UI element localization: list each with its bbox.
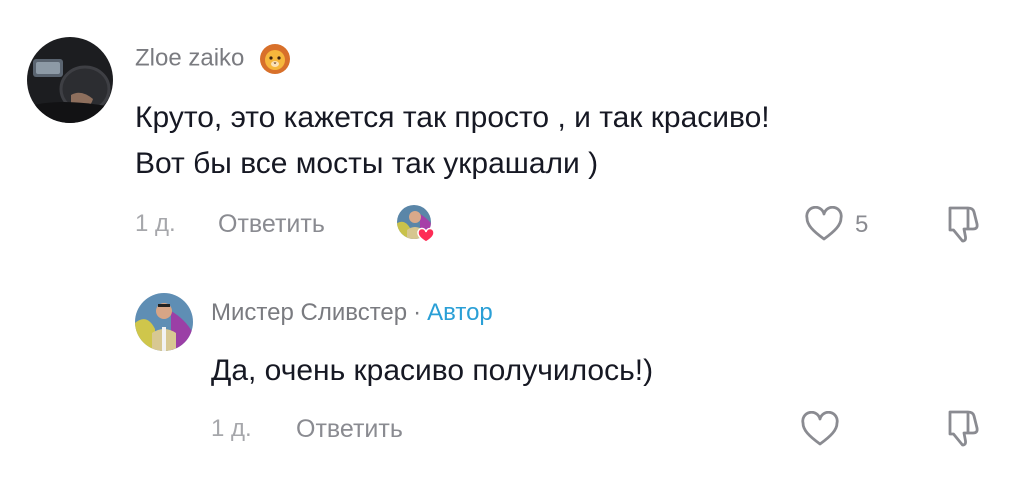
creator-liked-badge — [396, 204, 436, 244]
like-button[interactable] — [804, 205, 844, 242]
reply-reply-button[interactable]: Ответить — [296, 414, 403, 444]
lion-face-emoji — [259, 43, 291, 75]
reply-button[interactable]: Ответить — [218, 209, 325, 239]
comment-text-line-2: Вот бы все мосты так украшали ) — [135, 147, 599, 180]
reply-username-text: Мистер Сливстер — [211, 299, 408, 326]
reply-text: Да, очень красиво получилось!) — [211, 354, 654, 387]
reply-time: 1 д. — [211, 415, 252, 442]
reply-dislike-button[interactable] — [944, 408, 982, 448]
author-badge: Автор — [427, 299, 493, 326]
comment-text-line-1: Круто, это кажется так просто , и так кр… — [135, 101, 770, 134]
comment-time: 1 д. — [135, 210, 176, 237]
comment: Zloe zaiko Круто, это кажется так просто… — [0, 0, 1024, 270]
commenter-avatar[interactable] — [27, 37, 113, 123]
dislike-button[interactable] — [944, 204, 982, 244]
author-avatar[interactable] — [135, 293, 193, 351]
commenter-username[interactable]: Zloe zaiko — [135, 43, 291, 75]
like-count: 5 — [855, 211, 869, 238]
reply-comment: Мистер Сливстер · Автор Да, очень красиво … — [0, 270, 1024, 487]
thumbs-down-icon — [948, 410, 979, 447]
username-text: Zloe zaiko — [135, 44, 245, 72]
reply-like-button[interactable] — [800, 410, 840, 447]
thumbs-down-icon — [948, 206, 979, 243]
heart-outline-icon — [801, 410, 839, 446]
reply-username[interactable]: Мистер Сливстер · Автор — [211, 298, 493, 328]
heart-outline-icon — [805, 205, 843, 241]
heart-badge-icon — [417, 227, 435, 243]
separator-dot: · — [413, 299, 422, 326]
